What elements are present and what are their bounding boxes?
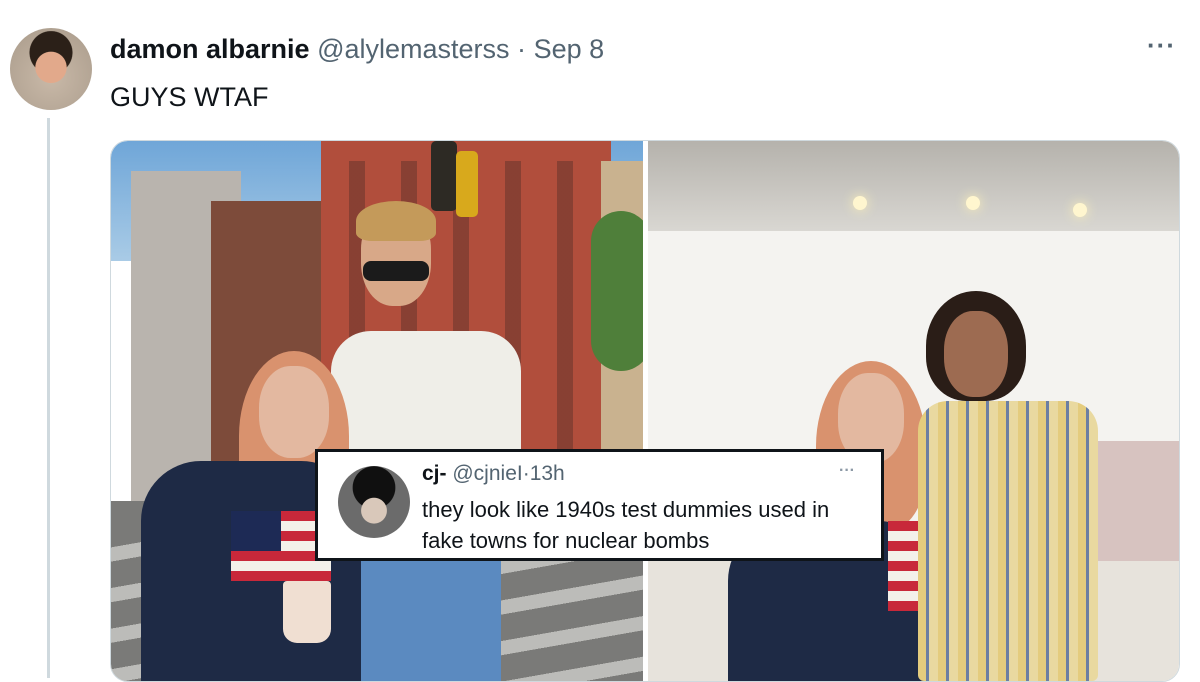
ceiling-light: [853, 196, 867, 210]
ceiling-light: [1073, 203, 1087, 217]
woman-head: [944, 311, 1008, 397]
woman-head: [259, 366, 329, 458]
quote-author-avatar[interactable]: [338, 466, 410, 538]
drink-cup: [283, 581, 331, 643]
ceiling-light: [966, 196, 980, 210]
traffic-light: [456, 151, 478, 217]
thread-line: [47, 118, 50, 678]
quote-separator: ·: [522, 462, 530, 485]
striped-dress: [918, 401, 1098, 681]
quote-display-name[interactable]: cj-: [422, 462, 447, 485]
tweet-media-grid: [110, 140, 1180, 682]
photo-right[interactable]: [648, 141, 1179, 681]
traffic-light: [431, 141, 457, 211]
flag-stars: [231, 511, 281, 551]
quote-tweet-card[interactable]: cj- @cjnieI·13h ··· they look like 1940s…: [315, 449, 884, 561]
author-handle[interactable]: @alylemasterss: [317, 34, 509, 64]
tweet-text: GUYS WTAF: [110, 82, 269, 112]
sunglasses: [363, 261, 429, 281]
quote-text: they look like 1940s test dummies used i…: [422, 497, 830, 553]
ceiling: [648, 141, 1179, 231]
author-display-name[interactable]: damon albarnie: [110, 34, 310, 64]
author-avatar[interactable]: [10, 28, 92, 110]
man-jeans: [361, 561, 501, 681]
more-horizontal-icon[interactable]: ···: [839, 462, 855, 480]
photo-left[interactable]: [111, 141, 643, 681]
quote-handle[interactable]: @cjnieI: [452, 462, 522, 485]
more-horizontal-icon[interactable]: ···: [1147, 30, 1176, 61]
header-separator: ·: [517, 34, 527, 64]
man-hair: [356, 201, 436, 241]
quote-header: cj- @cjnieI·13h: [422, 462, 565, 486]
quote-time[interactable]: 13h: [530, 462, 565, 485]
tree: [591, 211, 643, 371]
tweet-header: damon albarnie @alylemasterss · Sep 8: [110, 32, 604, 66]
tweet-date[interactable]: Sep 8: [534, 34, 605, 64]
